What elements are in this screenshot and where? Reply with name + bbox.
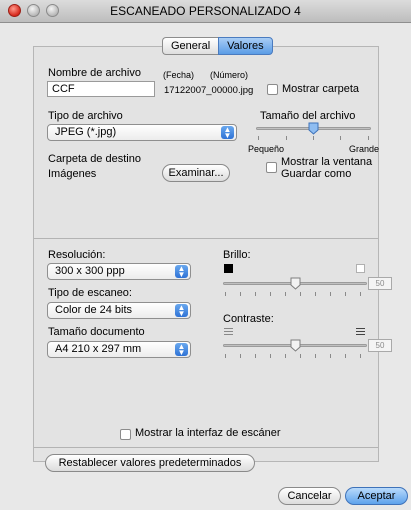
file-type-value: JPEG (*.jpg)	[55, 126, 117, 138]
contrast-label: Contraste:	[223, 313, 274, 325]
show-saveas-label-line1: Mostrar la ventana	[281, 156, 373, 168]
file-type-label: Tipo de archivo	[48, 110, 123, 122]
resolution-label: Resolución:	[48, 249, 106, 261]
show-folder-label: Mostrar carpeta	[282, 83, 360, 95]
brightness-slider-thumb[interactable]	[290, 277, 301, 290]
resolution-select[interactable]: 300 x 300 ppp ▲ ▼	[47, 263, 191, 280]
show-saveas-label: Mostrar la ventana Guardar como	[281, 156, 372, 180]
document-size-label: Tamaño documento	[48, 326, 145, 338]
scan-type-value: Color de 24 bits	[55, 304, 133, 316]
date-label: (Fecha)	[163, 70, 195, 80]
destination-folder-label: Carpeta de destino	[48, 153, 141, 165]
settings-panel: Nombre de archivo (Fecha) (Número) CCF 1…	[33, 46, 392, 462]
document-size-select[interactable]: A4 210 x 297 mm ▲ ▼	[47, 341, 191, 358]
cancel-button[interactable]: Cancelar	[278, 487, 341, 505]
dark-square-icon	[224, 264, 233, 273]
scan-type-select[interactable]: Color de 24 bits ▲ ▼	[47, 302, 191, 319]
browse-button[interactable]: Examinar...	[162, 164, 230, 182]
file-size-min-label: Pequeño	[248, 144, 285, 154]
file-size-max-label: Grande	[349, 144, 380, 154]
contrast-value-field[interactable]: 50	[368, 339, 392, 352]
scanner-interface-checkbox[interactable]	[120, 429, 131, 440]
popup-arrows-icon: ▲ ▼	[175, 343, 188, 357]
contrast-slider-thumb[interactable]	[290, 339, 301, 352]
tab-valores[interactable]: Valores	[218, 37, 273, 55]
scanner-interface-label: Mostrar la interfaz de escáner	[135, 427, 281, 439]
show-saveas-label-line2: Guardar como	[281, 168, 352, 180]
brightness-label: Brillo:	[223, 249, 251, 261]
bottom-divider	[34, 447, 378, 448]
file-size-label: Tamaño del archivo	[260, 110, 356, 122]
file-type-select[interactable]: JPEG (*.jpg) ▲ ▼	[47, 124, 237, 141]
brightness-ticks	[223, 292, 367, 296]
popup-arrows-icon: ▲ ▼	[175, 265, 188, 279]
scan-type-label: Tipo de escaneo:	[48, 287, 132, 299]
generated-file-name: 17122007_00000.jpg	[164, 85, 254, 96]
low-contrast-icon	[224, 328, 233, 337]
tab-general[interactable]: General	[162, 37, 219, 55]
show-saveas-checkbox[interactable]	[266, 162, 277, 173]
file-size-slider-thumb[interactable]	[308, 122, 319, 135]
dialog-window: ESCANEADO PERSONALIZADO 4 General Valore…	[0, 0, 411, 510]
light-square-icon	[356, 264, 365, 273]
file-size-ticks	[256, 136, 371, 140]
contrast-ticks	[223, 354, 367, 358]
resolution-value: 300 x 300 ppp	[55, 265, 125, 277]
restore-defaults-button[interactable]: Restablecer valores predeterminados	[45, 454, 255, 472]
number-label: (Número)	[210, 70, 249, 80]
show-folder-checkbox[interactable]	[267, 84, 278, 95]
high-contrast-icon	[356, 328, 365, 337]
tab-bar: General Valores	[162, 37, 273, 55]
destination-folder-value: Imágenes	[48, 168, 97, 180]
accept-button[interactable]: Aceptar	[345, 487, 408, 505]
section-divider	[34, 238, 378, 239]
file-name-label: Nombre de archivo	[48, 67, 141, 79]
title-bar: ESCANEADO PERSONALIZADO 4	[0, 0, 411, 23]
popup-arrows-icon: ▲ ▼	[175, 304, 188, 318]
document-size-value: A4 210 x 297 mm	[55, 343, 142, 355]
brightness-value-field[interactable]: 50	[368, 277, 392, 290]
popup-arrows-icon: ▲ ▼	[221, 126, 234, 140]
file-name-input[interactable]: CCF	[47, 81, 155, 97]
window-title: ESCANEADO PERSONALIZADO 4	[110, 4, 301, 18]
